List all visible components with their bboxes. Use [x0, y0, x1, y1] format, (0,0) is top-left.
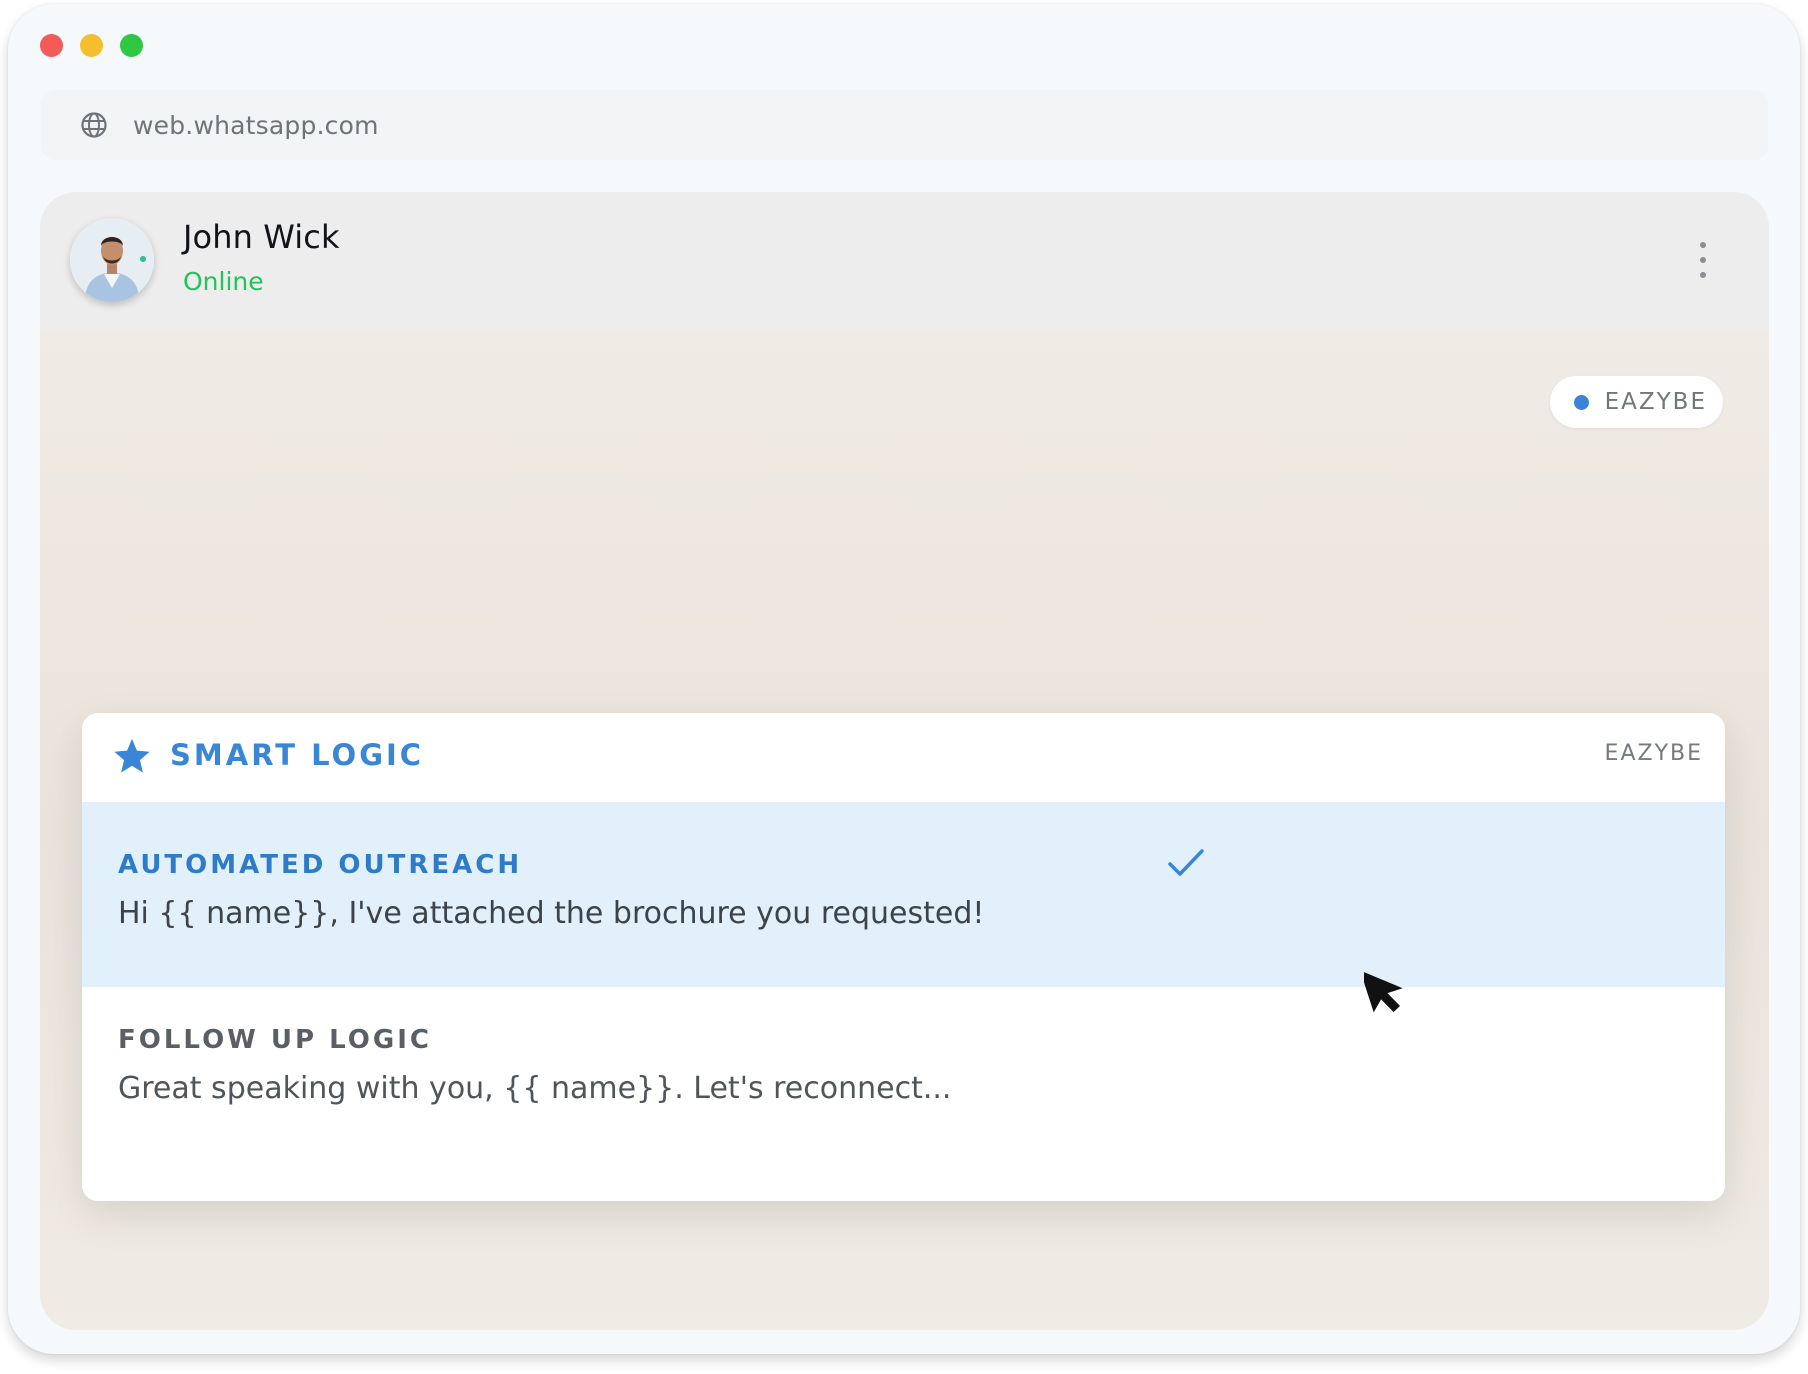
window-controls — [40, 34, 143, 57]
contact-status: Online — [183, 267, 264, 296]
avatar[interactable] — [70, 218, 154, 302]
option-message: Hi {{ name}}, I've attached the brochure… — [118, 896, 985, 931]
star-icon — [114, 738, 150, 773]
checkmark-icon — [1168, 849, 1204, 876]
option-title: FOLLOW UP LOGIC — [118, 1025, 432, 1055]
eazybe-badge-label: EAZYBE — [1604, 389, 1707, 415]
maximize-window-button[interactable] — [120, 34, 143, 57]
option-message: Great speaking with you, {{ name}}. Let'… — [118, 1071, 952, 1106]
chat-header: John Wick Online — [40, 192, 1769, 330]
url-text[interactable]: web.whatsapp.com — [133, 111, 379, 140]
status-dot-icon — [1573, 394, 1589, 410]
eazybe-badge[interactable]: EAZYBE — [1549, 376, 1723, 428]
contact-name[interactable]: John Wick — [183, 218, 340, 256]
smart-logic-header: SMART LOGIC EAZYBE — [82, 713, 1725, 802]
globe-icon — [81, 112, 107, 138]
mouse-pointer-icon — [1364, 970, 1403, 1013]
browser-window: web.whatsapp.com John Wick Online EAZYBE… — [8, 4, 1800, 1354]
more-options-icon[interactable] — [1699, 242, 1707, 278]
smart-logic-panel: SMART LOGIC EAZYBE AUTOMATED OUTREACH Hi… — [82, 713, 1725, 1201]
template-option-follow-up-logic[interactable]: FOLLOW UP LOGIC Great speaking with you,… — [82, 987, 1725, 1201]
option-title: AUTOMATED OUTREACH — [118, 850, 523, 880]
brand-label: EAZYBE — [1604, 741, 1703, 766]
address-bar[interactable]: web.whatsapp.com — [41, 90, 1768, 160]
smart-logic-title: SMART LOGIC — [170, 738, 425, 772]
contact-photo — [70, 218, 154, 302]
whatsapp-chat: John Wick Online EAZYBE SMART LOGIC EAZY… — [40, 192, 1769, 1330]
close-window-button[interactable] — [40, 34, 63, 57]
minimize-window-button[interactable] — [80, 34, 103, 57]
template-option-automated-outreach[interactable]: AUTOMATED OUTREACH Hi {{ name}}, I've at… — [82, 802, 1725, 987]
